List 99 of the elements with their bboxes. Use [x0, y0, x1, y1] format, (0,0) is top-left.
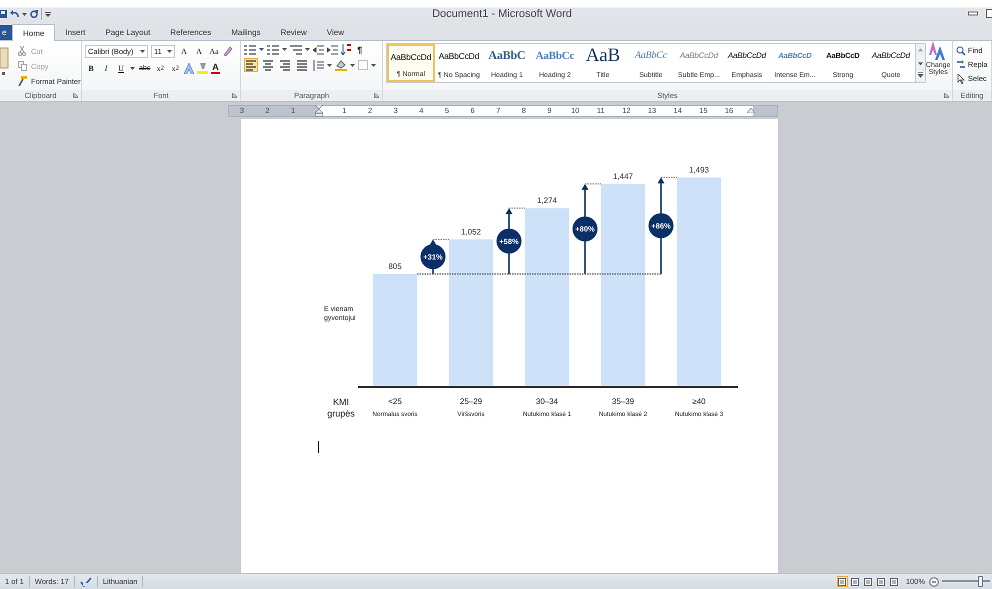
caret-icon[interactable] — [130, 66, 135, 70]
full-screen-reading-button[interactable] — [850, 576, 861, 587]
category-label: 35–39 — [612, 397, 634, 406]
slider-thumb[interactable] — [978, 576, 984, 587]
justify-button[interactable] — [295, 58, 310, 72]
sort-icon[interactable] — [341, 44, 352, 55]
ribbon-tab[interactable]: References — [160, 25, 222, 40]
right-indent-marker-icon[interactable] — [746, 108, 755, 113]
italic-button[interactable]: I — [100, 61, 112, 75]
scissors-icon — [18, 46, 28, 56]
dialog-launcher-icon[interactable] — [944, 93, 949, 98]
decrease-indent-icon[interactable] — [313, 44, 324, 54]
multilevel-list-icon[interactable] — [290, 44, 302, 54]
show-formatting-marks-button[interactable]: ¶ — [355, 44, 364, 54]
marker-circle — [648, 213, 674, 238]
caret-icon[interactable] — [22, 12, 27, 16]
style-preview: AaB — [586, 48, 620, 63]
style-preview: AaBbCc — [634, 49, 667, 63]
style-preview: AaBbC — [488, 48, 526, 63]
dialog-launcher-icon[interactable] — [73, 93, 78, 98]
caret-icon[interactable] — [282, 48, 288, 51]
caret-icon[interactable] — [371, 64, 376, 66]
ribbon-tab[interactable]: Insert — [55, 25, 96, 40]
style-preview: AaBbCcDd — [390, 50, 432, 64]
web-layout-button[interactable] — [862, 576, 874, 587]
clear-formatting-icon[interactable] — [223, 46, 233, 56]
value-label: 1,274 — [536, 196, 558, 206]
caret-icon[interactable] — [305, 48, 310, 51]
pointer-icon — [956, 74, 966, 84]
print-layout-button[interactable] — [836, 576, 848, 587]
draft-button[interactable] — [888, 576, 900, 587]
text-effects-icon[interactable] — [184, 62, 194, 74]
style-preview: AaBbCcDd — [728, 50, 766, 62]
undo-icon[interactable] — [10, 10, 19, 18]
styles-letters-icon — [929, 41, 948, 61]
customize-caret-icon[interactable] — [45, 12, 51, 16]
replace-icon — [956, 60, 966, 70]
numbering-icon[interactable] — [267, 44, 280, 54]
ribbon-tab[interactable]: Review — [270, 25, 317, 40]
underline-button[interactable]: U — [115, 61, 127, 75]
shrink-font-button[interactable]: A — [193, 44, 205, 58]
ribbon-tab[interactable]: Home — [12, 24, 56, 41]
category-label: 30–34 — [536, 397, 558, 406]
restore-icon[interactable] — [986, 9, 992, 19]
leader-line — [660, 176, 678, 178]
redo-icon[interactable] — [30, 10, 38, 18]
font-color-button[interactable]: A — [211, 62, 220, 74]
shading-icon[interactable] — [335, 60, 348, 70]
marker-circle — [420, 244, 446, 270]
leader-line — [432, 238, 450, 240]
borders-icon[interactable] — [358, 60, 368, 70]
increase-indent-icon[interactable] — [327, 44, 338, 54]
category-label: 25–29 — [460, 397, 482, 406]
style-preview: AaBbCcDd — [438, 50, 480, 62]
value-label: 1,052 — [460, 227, 482, 236]
center-button[interactable] — [261, 58, 276, 72]
bullets-icon[interactable] — [244, 44, 256, 54]
text-cursor — [318, 441, 319, 453]
change-case-button[interactable]: Aa — [208, 44, 220, 58]
leader-line — [584, 183, 602, 184]
file-tab[interactable]: e — [0, 25, 12, 40]
caret-icon — [140, 50, 145, 52]
window-title: Document1 - Microsoft Word — [431, 8, 573, 20]
style-preview: AaBbCcDd — [872, 50, 910, 62]
save-icon[interactable] — [0, 9, 7, 19]
align-left-button[interactable] — [244, 58, 258, 72]
value-label: 1,493 — [688, 165, 710, 174]
dialog-launcher-icon[interactable] — [232, 93, 238, 98]
copy-icon — [18, 61, 28, 71]
caret-icon[interactable] — [327, 64, 332, 66]
category-label: ≥40 — [692, 397, 706, 406]
ribbon-tab[interactable]: Page Layout — [95, 25, 160, 40]
search-icon — [956, 46, 966, 56]
marker-circle — [572, 216, 598, 242]
value-label: 1,447 — [612, 172, 634, 181]
highlighter-icon[interactable] — [197, 62, 208, 74]
zoom-out-icon[interactable] — [929, 576, 939, 586]
minimize-icon[interactable] — [968, 9, 978, 17]
value-label: 805 — [388, 262, 402, 271]
outline-button[interactable] — [876, 576, 887, 587]
marker-circle — [496, 228, 522, 254]
proofing-check-icon[interactable] — [80, 576, 92, 586]
grow-font-button[interactable]: A — [178, 44, 190, 58]
ribbon-tab[interactable]: Mailings — [221, 25, 271, 40]
axis-title: KMI grupės — [327, 397, 355, 419]
brush-icon — [18, 76, 28, 86]
leader-line — [508, 208, 526, 209]
style-preview: AaBbCcDd — [680, 50, 718, 62]
dialog-launcher-icon[interactable] — [374, 93, 379, 98]
caret-icon[interactable] — [259, 48, 264, 51]
caret-icon[interactable] — [350, 64, 356, 66]
category-label: <25 — [388, 397, 402, 406]
line-spacing-icon[interactable] — [312, 60, 324, 70]
caret-icon — [167, 50, 172, 52]
ribbon-tab[interactable]: View — [316, 25, 354, 40]
style-preview: AaBbCc — [536, 48, 574, 63]
bold-button[interactable]: B — [85, 61, 97, 75]
align-right-button[interactable] — [278, 58, 292, 72]
indent-marker-icon[interactable] — [314, 104, 323, 116]
